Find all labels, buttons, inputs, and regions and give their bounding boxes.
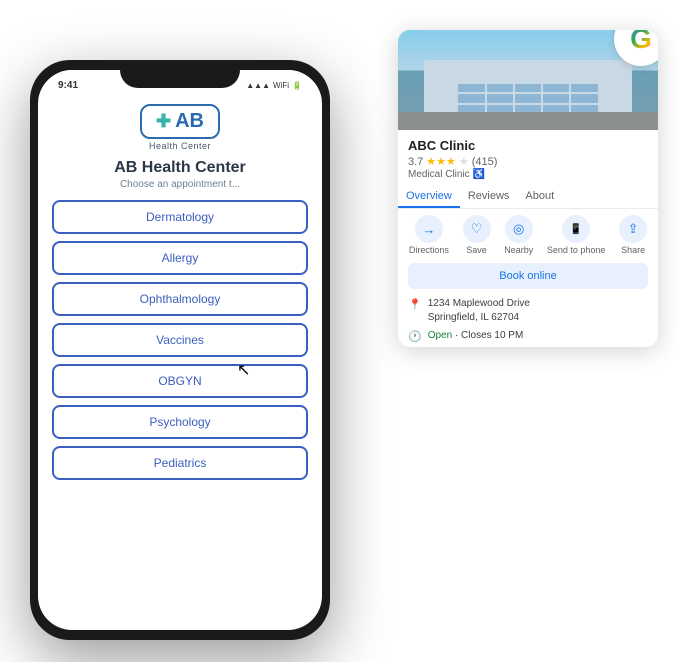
clinic-title: AB Health Center xyxy=(52,159,308,177)
directions-label: Directions xyxy=(409,245,449,255)
share-icon: ⇪ xyxy=(619,215,647,243)
phone-screen: 9:41 ▲▲▲ WiFi 🔋 ✚ AB Health Center xyxy=(38,70,322,630)
stars-empty: ★ xyxy=(459,155,469,168)
window xyxy=(487,84,513,92)
window xyxy=(458,84,484,92)
send-to-phone-action[interactable]: 📱 Send to phone xyxy=(547,215,606,255)
tab-reviews[interactable]: Reviews xyxy=(460,186,518,208)
allergy-button[interactable]: Allergy xyxy=(52,241,308,275)
status-icons: ▲▲▲ WiFi 🔋 xyxy=(246,81,302,90)
save-label: Save xyxy=(466,245,487,255)
phone-content: ✚ AB Health Center AB Health Center Choo… xyxy=(38,100,322,487)
nearby-action[interactable]: ◎ Nearby xyxy=(504,215,533,255)
location-pin-icon: 📍 xyxy=(408,298,422,311)
window xyxy=(515,84,541,92)
clinic-subtitle: Choose an appointment t... xyxy=(52,179,308,190)
directions-action[interactable]: → Directions xyxy=(409,215,449,255)
battery-icon: 🔋 xyxy=(292,81,302,90)
closing-time: · Closes 10 PM xyxy=(455,330,523,341)
wheelchair-icon: ♿ xyxy=(473,169,485,180)
save-icon: ♡ xyxy=(463,215,491,243)
window xyxy=(571,84,597,92)
book-online-button[interactable]: Book online xyxy=(408,263,648,289)
share-label: Share xyxy=(621,245,645,255)
google-g-icon: G xyxy=(630,30,652,55)
pediatrics-button[interactable]: Pediatrics xyxy=(52,446,308,480)
psychology-button[interactable]: Psychology xyxy=(52,405,308,439)
card-tabs[interactable]: Overview Reviews About xyxy=(398,186,658,209)
logo-box: ✚ AB xyxy=(140,104,220,139)
window xyxy=(543,94,569,102)
card-actions: → Directions ♡ Save ◎ Nearby 📱 Send to p… xyxy=(398,215,658,255)
hours-row: 🕐 Open · Closes 10 PM xyxy=(398,329,658,347)
signal-icon: ▲▲▲ xyxy=(246,81,270,90)
google-card: G xyxy=(398,30,658,347)
phone-notch xyxy=(120,60,240,88)
cross-icon: ✚ xyxy=(156,111,171,132)
address-row: 📍 1234 Maplewood DriveSpringfield, IL 62… xyxy=(398,297,658,329)
window xyxy=(571,94,597,102)
open-status: Open xyxy=(428,330,452,341)
nearby-icon: ◎ xyxy=(505,215,533,243)
rating-count: (415) xyxy=(472,156,498,168)
vaccines-button[interactable]: Vaccines xyxy=(52,323,308,357)
share-action[interactable]: ⇪ Share xyxy=(619,215,647,255)
clinic-name: ABC Clinic xyxy=(408,138,648,153)
window xyxy=(515,94,541,102)
clock-icon: 🕐 xyxy=(408,330,422,343)
clinic-type-text: Medical Clinic xyxy=(408,169,470,180)
clinic-logo: ✚ AB Health Center xyxy=(52,100,308,151)
card-info: ABC Clinic 3.7 ★★★ ★ (415) Medical Clini… xyxy=(398,130,658,180)
wifi-icon: WiFi xyxy=(273,81,289,90)
clinic-type: Medical Clinic ♿ xyxy=(408,169,648,180)
scene: 9:41 ▲▲▲ WiFi 🔋 ✚ AB Health Center xyxy=(0,0,678,662)
directions-icon: → xyxy=(415,215,443,243)
save-action[interactable]: ♡ Save xyxy=(463,215,491,255)
ophthalmology-button[interactable]: Ophthalmology xyxy=(52,282,308,316)
tab-overview[interactable]: Overview xyxy=(398,186,460,208)
tab-about[interactable]: About xyxy=(517,186,562,208)
logo-letters: AB xyxy=(175,110,204,133)
hours-text: Open · Closes 10 PM xyxy=(428,329,524,343)
logo-subtitle: Health Center xyxy=(149,141,211,151)
nearby-label: Nearby xyxy=(504,245,533,255)
logo-container: ✚ AB Health Center xyxy=(140,104,220,151)
rating-row: 3.7 ★★★ ★ (415) xyxy=(408,155,648,168)
building-windows xyxy=(455,81,601,116)
obgyn-button[interactable]: OBGYN xyxy=(52,364,308,398)
road xyxy=(398,112,658,130)
window xyxy=(543,84,569,92)
dermatology-button[interactable]: Dermatology xyxy=(52,200,308,234)
stars-filled: ★★★ xyxy=(426,155,456,168)
window xyxy=(487,94,513,102)
send-phone-label: Send to phone xyxy=(547,245,606,255)
rating-number: 3.7 xyxy=(408,156,423,168)
phone-device: 9:41 ▲▲▲ WiFi 🔋 ✚ AB Health Center xyxy=(30,60,330,640)
address-text: 1234 Maplewood DriveSpringfield, IL 6270… xyxy=(428,297,530,325)
status-time: 9:41 xyxy=(58,80,78,91)
send-phone-icon: 📱 xyxy=(562,215,590,243)
window xyxy=(458,94,484,102)
